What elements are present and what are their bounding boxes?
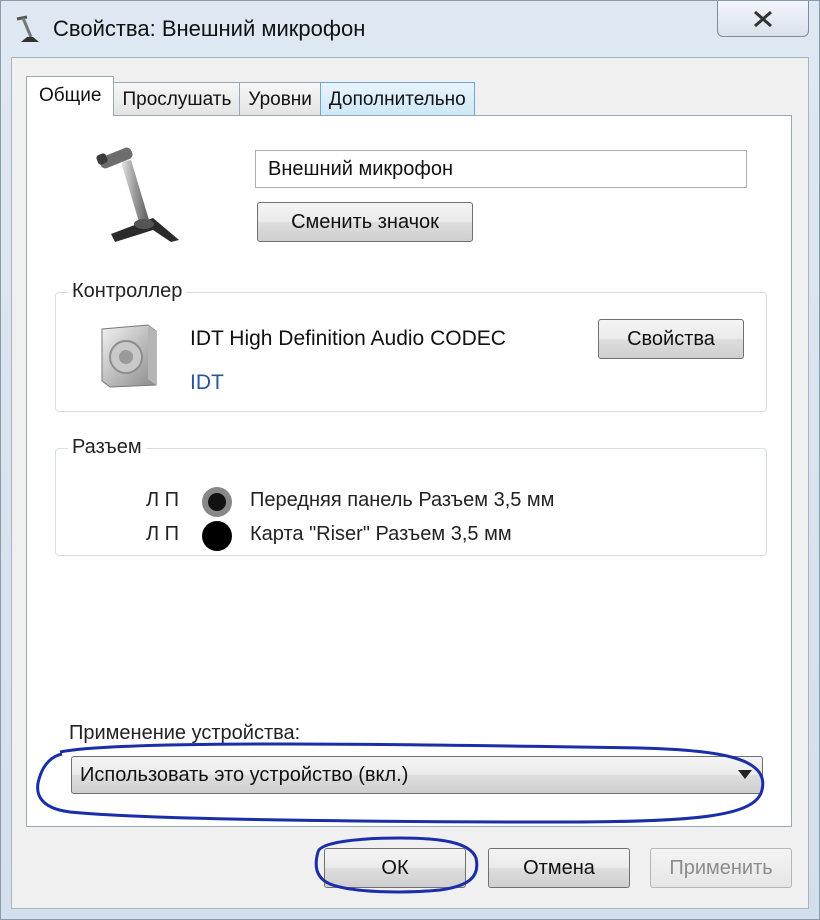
dialog-window: Свойства: Внешний микрофон Общие Прослуш… [0, 0, 820, 920]
chevron-down-icon [738, 770, 752, 779]
device-usage-select[interactable]: Использовать это устройство (вкл.) [71, 756, 763, 794]
device-usage-label: Применение устройства: [69, 722, 301, 744]
tab-levels[interactable]: Уровни [239, 82, 321, 116]
jack-channels: Л П [146, 523, 180, 545]
apply-button[interactable]: Применить [650, 848, 792, 888]
jack-connector-icon [202, 487, 232, 517]
close-button[interactable] [717, 1, 809, 37]
close-icon [754, 10, 772, 27]
controller-group: Контроллер IDT High Definition Audio COD… [55, 280, 767, 412]
device-usage-value: Использовать это устройство (вкл.) [80, 764, 409, 786]
tab-advanced[interactable]: Дополнительно [319, 82, 475, 116]
change-icon-button[interactable]: Сменить значок [257, 202, 473, 242]
ok-button[interactable]: ОК [324, 848, 466, 888]
jack-connector-icon [202, 521, 232, 551]
cancel-button[interactable]: Отмена [488, 848, 630, 888]
speaker-icon [101, 324, 157, 388]
jack-channels: Л П [146, 489, 180, 511]
tab-panel-general: Сменить значок Контроллер IDT High Defin… [26, 115, 792, 827]
controller-vendor: IDT [190, 371, 224, 394]
title-bar: Свойства: Внешний микрофон [1, 1, 819, 57]
device-name-input[interactable] [255, 150, 747, 188]
jack-label: Передняя панель Разъем 3,5 мм [250, 489, 555, 511]
jack-row: Л П Передняя панель Разъем 3,5 мм [56, 485, 756, 519]
jack-group-label: Разъем [68, 436, 146, 459]
jack-group: Разъем Л П Передняя панель Разъем 3,5 мм… [55, 436, 767, 556]
tab-general[interactable]: Общие [26, 76, 115, 116]
window-title: Свойства: Внешний микрофон [53, 16, 366, 41]
controller-group-label: Контроллер [68, 280, 187, 303]
microphone-icon [96, 147, 179, 242]
tab-strip: Общие Прослушать Уровни Дополнительно [26, 76, 475, 116]
dialog-client: Общие Прослушать Уровни Дополнительно См… [11, 57, 809, 909]
controller-properties-button[interactable]: Свойства [598, 319, 744, 359]
jack-row: Л П Карта "Riser" Разъем 3,5 мм [56, 519, 756, 553]
controller-name: IDT High Definition Audio CODEC [190, 327, 506, 350]
jack-label: Карта "Riser" Разъем 3,5 мм [250, 523, 512, 545]
microphone-icon [16, 15, 39, 42]
tab-listen[interactable]: Прослушать [113, 82, 241, 116]
